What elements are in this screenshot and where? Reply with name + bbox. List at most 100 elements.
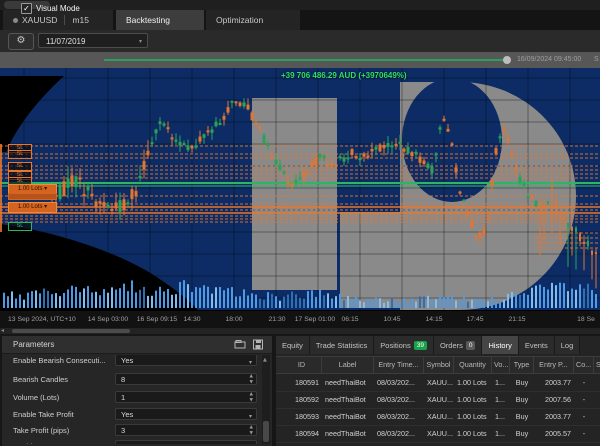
volume-bar	[571, 289, 573, 308]
parameter-value-dropdown[interactable]: Yes▾	[115, 355, 257, 366]
parameter-value-dropdown[interactable]: Yes▾	[115, 440, 257, 444]
chevron-down-icon[interactable]: ▾	[249, 411, 252, 423]
column-header[interactable]: Co...	[574, 357, 594, 373]
candlestick-chart	[0, 68, 600, 310]
table-cell: 1.00 Lots	[454, 425, 492, 442]
symbol-label: XAUUSD	[22, 15, 57, 25]
volume-bar	[127, 291, 129, 308]
visual-mode-checkbox[interactable]: ✓	[21, 3, 32, 14]
spinner-arrows-icon[interactable]: ▲▼	[250, 425, 253, 437]
column-header[interactable]: Symbol	[424, 357, 454, 373]
candle-body	[527, 196, 530, 198]
stop-loss-marker[interactable]: SL	[8, 222, 32, 231]
chevron-down-icon[interactable]: ▾	[249, 443, 252, 444]
volume-bar	[247, 295, 249, 308]
volume-bar	[283, 297, 285, 308]
volume-bar	[167, 289, 169, 308]
candle-body	[187, 145, 190, 150]
candle-body	[195, 145, 198, 147]
table-row[interactable]: 180591needThaiBot08/03/202...XAUU...1.00…	[276, 374, 600, 392]
position-lots-marker[interactable]: 1.00 Lots ▾	[8, 202, 57, 213]
parameter-label: Enable Take Profit	[13, 410, 74, 419]
candle-body	[547, 201, 549, 203]
progress-line[interactable]	[104, 59, 504, 61]
results-tab-equity[interactable]: Equity	[276, 336, 310, 354]
column-header[interactable]: Label	[322, 357, 374, 373]
volume-bar	[535, 286, 537, 308]
chevron-down-icon[interactable]: ▾	[249, 357, 252, 369]
candle-body	[427, 164, 430, 169]
candle-body	[135, 191, 138, 196]
volume-bar	[143, 287, 145, 308]
stop-loss-marker[interactable]: SL	[8, 150, 32, 159]
volume-bar	[559, 283, 561, 308]
table-cell: 180593	[282, 408, 322, 425]
volume-bar	[179, 282, 181, 308]
column-header[interactable]: Quantity	[454, 357, 492, 373]
results-tab-trade-statistics[interactable]: Trade Statistics	[310, 336, 374, 354]
volume-bar	[443, 297, 445, 308]
volume-bar	[19, 294, 21, 308]
candle-body	[123, 199, 126, 210]
volume-bar	[243, 289, 245, 308]
tab-optimization[interactable]: Optimization	[206, 10, 300, 30]
parameter-row: Enable Stop LossYes▾	[5, 439, 261, 444]
column-header[interactable]: Vo...	[492, 357, 510, 373]
results-tab-events[interactable]: Events	[519, 336, 555, 354]
progress-thumb[interactable]	[503, 56, 511, 64]
table-cell	[594, 374, 600, 391]
candle-body	[523, 184, 526, 186]
tab-symbol-chart[interactable]: XAUUSD m15	[3, 10, 113, 30]
time-axis-label: 14:15	[425, 316, 442, 323]
spinner-arrows-icon[interactable]: ▲▼	[250, 374, 253, 386]
hscrollbar-thumb[interactable]	[12, 329, 130, 333]
results-tab-positions[interactable]: Positions39	[374, 336, 434, 354]
settings-gear-icon[interactable]: ⚙	[8, 33, 34, 50]
parameter-value-dropdown[interactable]: Yes▾	[115, 408, 257, 420]
candle-body	[151, 142, 154, 144]
table-row[interactable]: 180593needThaiBot08/03/202...XAUU...1.00…	[276, 408, 600, 426]
parameter-value-input[interactable]: 1▲▼	[115, 391, 257, 403]
volume-bar	[87, 286, 89, 308]
parameter-value-input[interactable]: 3▲▼	[115, 424, 257, 436]
results-tab-orders[interactable]: Orders0	[434, 336, 483, 354]
stop-loss-marker[interactable]: SL	[8, 162, 32, 171]
save-settings-icon[interactable]	[252, 339, 264, 350]
chart-area[interactable]: +39 706 486.29 AUD (+3970649%) SLSLSLSLS…	[0, 68, 600, 310]
table-cell: 1.00 Lots	[454, 391, 492, 408]
candle-body	[491, 180, 494, 186]
table-row[interactable]: 180592needThaiBot08/03/202...XAUU...1.00…	[276, 391, 600, 409]
volume-bar	[371, 300, 373, 308]
candle-body	[99, 201, 102, 204]
results-tab-log[interactable]: Log	[555, 336, 581, 354]
tab-backtesting[interactable]: Backtesting	[116, 10, 204, 30]
column-header[interactable]: Type	[510, 357, 534, 373]
column-header[interactable]: Entry P...	[534, 357, 574, 373]
candle-body	[395, 144, 398, 146]
parameter-row: Volume (Lots)1▲▼	[5, 390, 261, 406]
volume-bar	[339, 294, 341, 308]
table-row[interactable]: 180594needThaiBot08/03/202...XAUU...1.00…	[276, 425, 600, 443]
volume-bar	[387, 301, 389, 308]
parameters-title: Parameters	[13, 340, 54, 349]
candle-body	[563, 217, 565, 219]
candle-body	[67, 178, 70, 188]
candle-body	[539, 204, 541, 209]
table-cell: 08/03/202...	[374, 408, 424, 425]
candle-body	[183, 143, 186, 145]
candle-body	[575, 228, 577, 232]
spinner-arrows-icon[interactable]: ▲▼	[250, 392, 253, 404]
volume-bar	[335, 296, 337, 308]
parameter-value-input[interactable]: 8▲▼	[115, 373, 257, 385]
parameter-row: Enable Take Profit Yes▾	[5, 407, 261, 423]
column-header[interactable]: ID	[282, 357, 322, 373]
scroll-up-icon[interactable]: ▲	[263, 357, 267, 363]
results-tab-history[interactable]: History	[482, 336, 518, 354]
column-header[interactable]: Sw	[594, 357, 600, 373]
start-date-select[interactable]: 11/07/2019 ▾	[38, 33, 148, 48]
candle-body	[83, 194, 86, 196]
load-settings-icon[interactable]	[234, 339, 246, 350]
parameters-scroll-thumb[interactable]	[263, 421, 269, 442]
parameters-scrollbar[interactable]: ▲	[262, 355, 270, 444]
column-header[interactable]: Entry Time...	[374, 357, 424, 373]
